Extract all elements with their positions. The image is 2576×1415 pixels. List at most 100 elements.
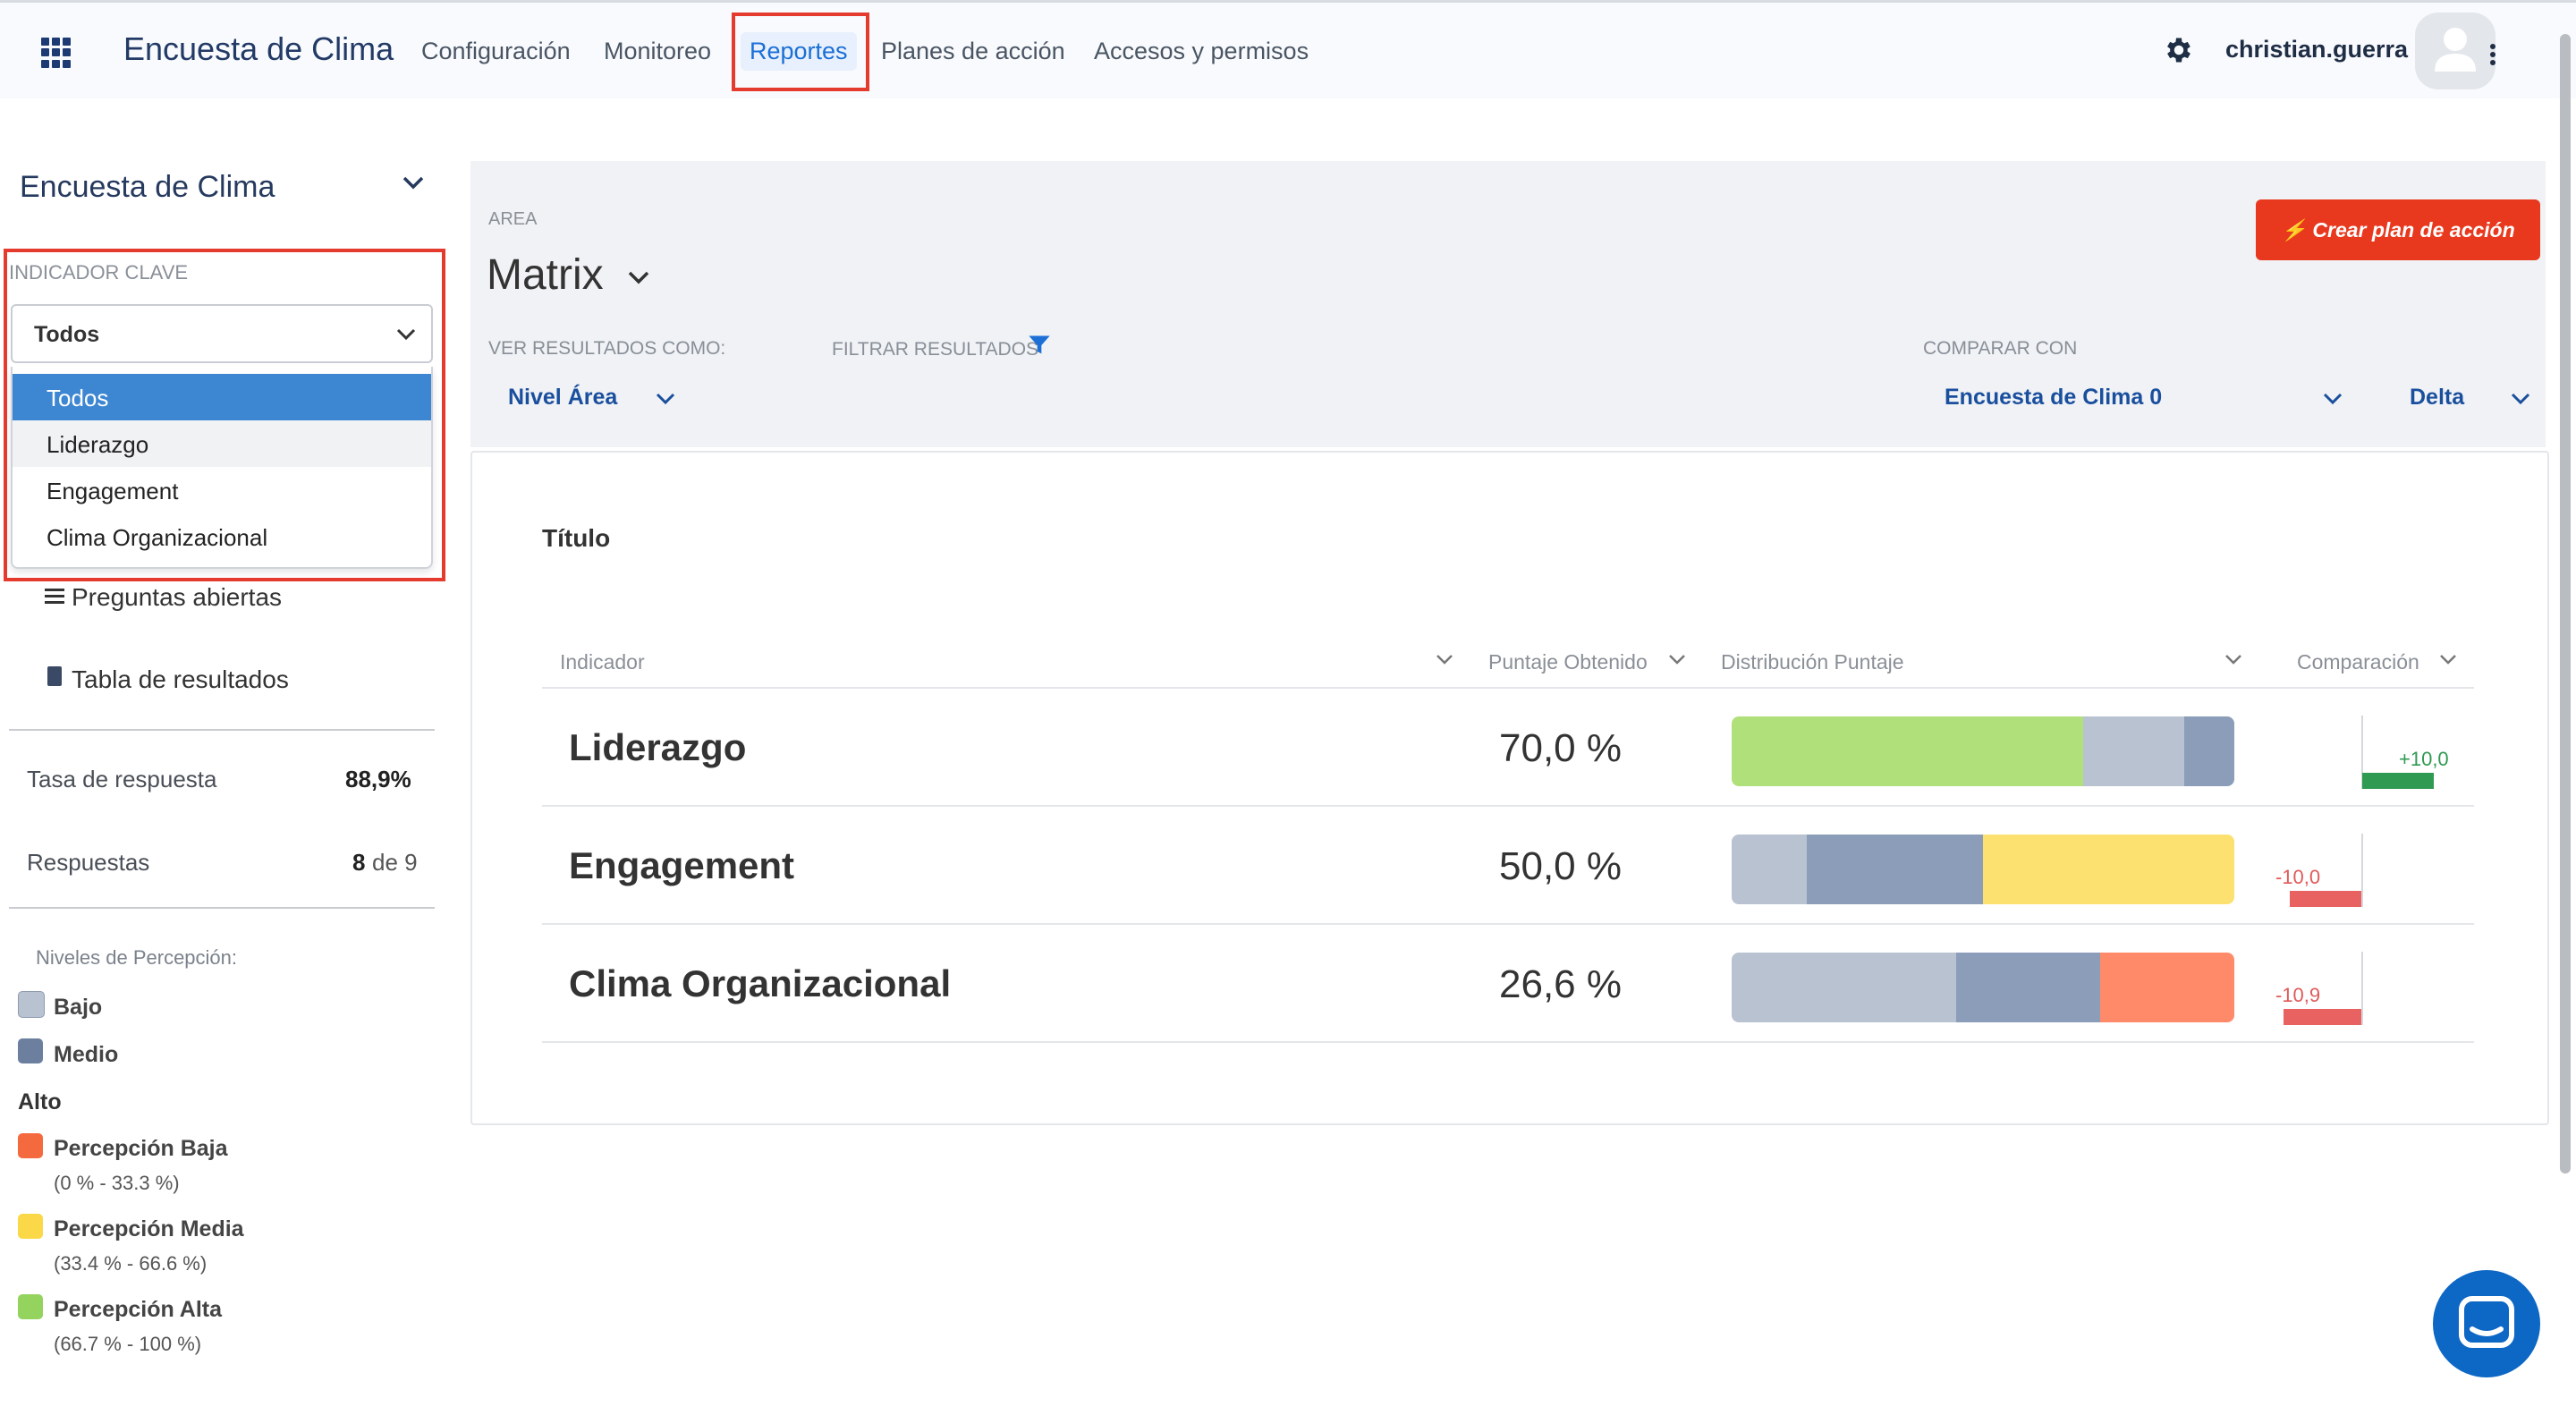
option-engagement[interactable]: Engagement: [13, 467, 431, 513]
area-label: AREA: [488, 209, 538, 229]
chevron-down-icon[interactable]: [2322, 392, 2343, 406]
col-indicador[interactable]: Indicador: [560, 650, 645, 674]
legend-percepcion-baja: Percepción Baja: [54, 1136, 228, 1161]
nav-reportes[interactable]: Reportes: [741, 32, 857, 71]
filtrar-resultados-label[interactable]: FILTRAR RESULTADOS: [832, 339, 1038, 360]
respuestas-total: de 9: [372, 849, 418, 876]
nav-planes-de-accion[interactable]: Planes de acción: [881, 38, 1065, 65]
comparison-label-engagement: -10,0: [2275, 866, 2321, 888]
col-distribucion[interactable]: Distribución Puntaje: [1721, 650, 1904, 674]
comparison-label-liderazgo: +10,0: [2399, 748, 2449, 770]
row-name-clima-organizacional: Clima Organizacional: [569, 962, 952, 1004]
comparison-axis: [2361, 952, 2363, 1025]
chat-icon: [2459, 1296, 2514, 1348]
distribution-segment-2: [2100, 953, 2234, 1022]
table-icon: [47, 666, 62, 686]
chevron-down-icon[interactable]: [1667, 653, 1687, 665]
app-title[interactable]: Encuesta de Clima: [123, 30, 394, 68]
legend-range-media: (33.4 % - 66.6 %): [54, 1252, 208, 1275]
respuestas-value: 8: [352, 849, 366, 876]
sidebar-title: Encuesta de Clima: [20, 170, 275, 204]
tasa-label: Tasa de respuesta: [27, 766, 217, 792]
legend-range-baja: (0 % - 33.3 %): [54, 1172, 180, 1194]
link-tabla-de-resultados[interactable]: Tabla de resultados: [72, 665, 289, 694]
nav-configuracion[interactable]: Configuración: [421, 38, 571, 65]
legend-percepcion-alta: Percepción Alta: [54, 1297, 223, 1322]
legend-swatch-bajo: [18, 991, 45, 1018]
legend-swatch-alta: [18, 1294, 43, 1319]
comparar-con-label: COMPARAR CON: [1923, 338, 2078, 359]
divider: [9, 729, 435, 731]
gear-icon[interactable]: [2163, 34, 2195, 66]
indicador-dropdown-menu: Todos Liderazgo Engagement Clima Organiz…: [11, 367, 433, 569]
distribution-segment-1: [2083, 716, 2184, 786]
card-title: Título: [542, 524, 611, 552]
legend-alto: Alto: [18, 1089, 62, 1114]
area-value[interactable]: Matrix: [487, 250, 604, 300]
distribution-bar-engagement: [1732, 835, 2234, 904]
distribution-segment-1: [1955, 953, 2101, 1022]
chevron-down-icon[interactable]: [1435, 653, 1454, 665]
legend-swatch-medio: [18, 1038, 43, 1063]
chevron-down-icon[interactable]: [2510, 392, 2531, 406]
scrollbar[interactable]: [2560, 34, 2571, 1174]
lightning-icon: ⚡: [2281, 218, 2307, 241]
distribution-segment-0: [1732, 953, 1956, 1022]
col-puntaje[interactable]: Puntaje Obtenido: [1488, 650, 1648, 674]
header-divider: [542, 687, 2474, 689]
row-name-engagement: Engagement: [569, 844, 795, 886]
option-liderazgo[interactable]: Liderazgo: [13, 420, 431, 467]
ver-resultados-value[interactable]: Nivel Área: [508, 385, 617, 411]
kebab-icon[interactable]: [2489, 43, 2496, 66]
legend-medio: Medio: [54, 1042, 119, 1067]
username[interactable]: christian.guerra: [2225, 36, 2408, 64]
chevron-down-icon[interactable]: [626, 268, 651, 286]
filters-panel: [470, 161, 2546, 447]
comparison-bar-engagement: [2290, 891, 2361, 907]
indicador-clave-label: INDICADOR CLAVE: [9, 261, 189, 284]
row-score-liderazgo: 70,0 %: [1499, 726, 1622, 770]
filter-icon[interactable]: [1027, 333, 1052, 358]
indicador-select[interactable]: Todos: [11, 304, 433, 363]
apps-grid-icon[interactable]: [41, 38, 72, 68]
chat-button[interactable]: [2433, 1270, 2540, 1377]
row-score-clima-organizacional: 26,6 %: [1499, 962, 1622, 1006]
col-comparacion[interactable]: Comparación: [2297, 650, 2419, 674]
distribution-segment-2: [1982, 835, 2234, 904]
legend-bajo: Bajo: [54, 995, 103, 1020]
comparison-axis: [2361, 834, 2363, 907]
row-name-liderazgo: Liderazgo: [569, 726, 747, 768]
results-card: [470, 451, 2549, 1125]
comparison-bar-liderazgo: [2362, 773, 2434, 789]
tasa-value: 88,9%: [345, 766, 411, 792]
option-todos[interactable]: Todos: [13, 374, 431, 420]
nav-monitoreo[interactable]: Monitoreo: [604, 38, 711, 65]
legend-percepcion-media: Percepción Media: [54, 1216, 244, 1241]
chevron-down-icon[interactable]: [2438, 653, 2458, 665]
legend-heading: Niveles de Percepción:: [36, 946, 238, 969]
user-avatar-icon[interactable]: [2415, 13, 2496, 89]
comparar-con-value[interactable]: Encuesta de Clima 0: [1945, 385, 2162, 411]
distribution-bar-clima-organizacional: [1732, 953, 2234, 1022]
distribution-bar-liderazgo: [1732, 716, 2234, 786]
select-value: Todos: [34, 322, 100, 347]
ver-resultados-label: VER RESULTADOS COMO:: [488, 338, 726, 359]
chevron-down-icon[interactable]: [2224, 653, 2243, 665]
distribution-segment-1: [1807, 835, 1983, 904]
distribution-segment-0: [1732, 835, 1808, 904]
nav-accesos-y-permisos[interactable]: Accesos y permisos: [1094, 38, 1309, 65]
legend-swatch-baja: [18, 1133, 43, 1158]
comparison-label-clima-organizacional: -10,9: [2275, 984, 2321, 1006]
option-clima-organizacional[interactable]: Clima Organizacional: [13, 513, 431, 560]
distribution-segment-0: [1732, 716, 2084, 786]
chevron-down-icon: [396, 328, 416, 341]
chevron-down-icon[interactable]: [401, 174, 426, 191]
delta-value[interactable]: Delta: [2410, 385, 2464, 411]
divider: [9, 907, 435, 909]
link-preguntas-abiertas[interactable]: Preguntas abiertas: [72, 583, 282, 612]
crear-plan-button[interactable]: ⚡ Crear plan de acción: [2256, 199, 2540, 260]
row-divider: [542, 1041, 2474, 1043]
distribution-segment-2: [2183, 716, 2234, 786]
comparison-bar-clima-organizacional: [2283, 1009, 2361, 1025]
chevron-down-icon[interactable]: [655, 392, 676, 406]
